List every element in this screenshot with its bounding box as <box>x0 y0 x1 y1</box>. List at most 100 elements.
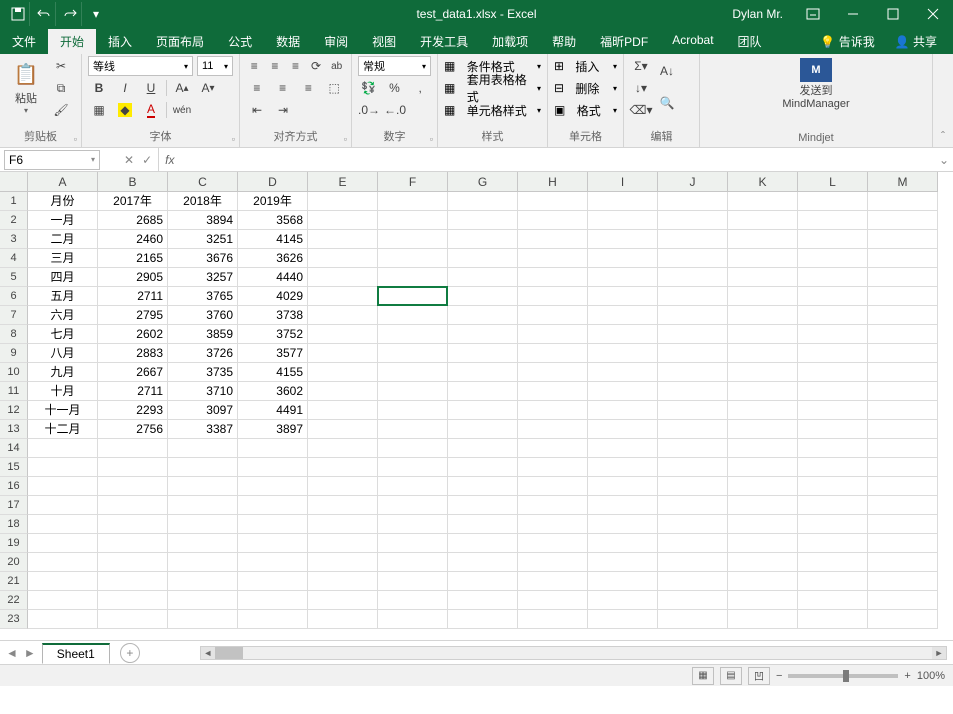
cell[interactable]: 3765 <box>168 287 238 306</box>
page-break-view-icon[interactable]: 凹 <box>748 667 770 685</box>
cancel-formula-icon[interactable]: ✕ <box>124 153 134 167</box>
cell[interactable] <box>728 268 798 287</box>
cell[interactable] <box>308 363 378 382</box>
column-header[interactable]: H <box>518 172 588 192</box>
cell[interactable] <box>798 477 868 496</box>
cell[interactable] <box>518 610 588 629</box>
cell[interactable] <box>448 249 518 268</box>
cell[interactable] <box>518 230 588 249</box>
zoom-slider[interactable] <box>788 674 898 678</box>
align-middle-button[interactable]: ≡ <box>267 56 284 76</box>
cell[interactable] <box>308 306 378 325</box>
cell[interactable] <box>588 439 658 458</box>
cell[interactable] <box>728 477 798 496</box>
row-header[interactable]: 17 <box>0 496 28 515</box>
cell[interactable] <box>378 268 448 287</box>
cell[interactable]: 3894 <box>168 211 238 230</box>
cell[interactable] <box>658 477 728 496</box>
cell[interactable] <box>238 610 308 629</box>
dialog-launcher-icon[interactable]: ▫ <box>430 134 433 144</box>
cell[interactable] <box>868 287 938 306</box>
orientation-button[interactable]: ⟳ <box>308 56 325 76</box>
cell[interactable]: 4491 <box>238 401 308 420</box>
cell[interactable] <box>658 306 728 325</box>
cell[interactable] <box>518 458 588 477</box>
cell[interactable] <box>518 572 588 591</box>
format-as-table-button[interactable]: ▦ 套用表格格式▾ <box>444 78 541 98</box>
cell[interactable]: 2165 <box>98 249 168 268</box>
cell[interactable] <box>518 192 588 211</box>
cell[interactable] <box>238 439 308 458</box>
cell[interactable] <box>658 325 728 344</box>
bold-button[interactable]: B <box>88 78 110 98</box>
cell[interactable]: 八月 <box>28 344 98 363</box>
cell[interactable] <box>728 363 798 382</box>
cell[interactable] <box>28 553 98 572</box>
cell[interactable] <box>588 211 658 230</box>
cell[interactable] <box>658 363 728 382</box>
row-header[interactable]: 6 <box>0 287 28 306</box>
cell[interactable]: 3897 <box>238 420 308 439</box>
fx-icon[interactable]: fx <box>159 153 180 167</box>
cell[interactable]: 2019年 <box>238 192 308 211</box>
cell[interactable] <box>168 515 238 534</box>
cell[interactable] <box>868 401 938 420</box>
cut-icon[interactable]: ✂ <box>50 56 72 76</box>
cell[interactable] <box>868 268 938 287</box>
increase-decimal-button[interactable]: .0→ <box>358 100 380 120</box>
formula-input[interactable] <box>180 150 935 170</box>
align-center-button[interactable]: ≡ <box>272 78 294 98</box>
cell[interactable] <box>308 477 378 496</box>
cell[interactable] <box>518 439 588 458</box>
cell[interactable] <box>798 363 868 382</box>
font-name-combo[interactable]: 等线▾ <box>88 56 193 76</box>
cell[interactable] <box>308 610 378 629</box>
cell[interactable] <box>588 268 658 287</box>
row-header[interactable]: 4 <box>0 249 28 268</box>
cell[interactable] <box>588 572 658 591</box>
cell[interactable] <box>658 268 728 287</box>
cell-styles-button[interactable]: ▦ 单元格样式▾ <box>444 100 541 120</box>
cell[interactable]: 3097 <box>168 401 238 420</box>
cell[interactable] <box>588 325 658 344</box>
decrease-decimal-button[interactable]: ←.0 <box>384 100 406 120</box>
cell[interactable] <box>448 534 518 553</box>
cell[interactable] <box>728 211 798 230</box>
dialog-launcher-icon[interactable]: ▫ <box>232 134 235 144</box>
cell[interactable] <box>658 458 728 477</box>
cell[interactable] <box>728 344 798 363</box>
row-header[interactable]: 22 <box>0 591 28 610</box>
cell[interactable] <box>28 496 98 515</box>
cell[interactable] <box>98 534 168 553</box>
cell[interactable] <box>308 382 378 401</box>
row-header[interactable]: 3 <box>0 230 28 249</box>
cell[interactable]: 十二月 <box>28 420 98 439</box>
cell[interactable] <box>798 211 868 230</box>
cell[interactable]: 3726 <box>168 344 238 363</box>
cell[interactable] <box>658 515 728 534</box>
increase-indent-button[interactable]: ⇥ <box>272 100 294 120</box>
cell[interactable]: 二月 <box>28 230 98 249</box>
cell[interactable] <box>308 325 378 344</box>
cell[interactable] <box>798 534 868 553</box>
cell[interactable] <box>28 515 98 534</box>
cell[interactable]: 2685 <box>98 211 168 230</box>
cell[interactable]: 4155 <box>238 363 308 382</box>
cell[interactable] <box>378 477 448 496</box>
cell[interactable] <box>448 230 518 249</box>
row-header[interactable]: 5 <box>0 268 28 287</box>
cell[interactable] <box>728 287 798 306</box>
cell[interactable]: 2905 <box>98 268 168 287</box>
cell[interactable] <box>308 591 378 610</box>
cell[interactable] <box>98 439 168 458</box>
cell[interactable] <box>588 458 658 477</box>
cell[interactable]: 一月 <box>28 211 98 230</box>
zoom-out-button[interactable]: − <box>776 670 782 682</box>
collapse-ribbon-icon[interactable]: ˆ <box>933 54 953 147</box>
cell[interactable] <box>98 496 168 515</box>
fill-color-button[interactable]: ◆ <box>114 100 136 120</box>
cell[interactable] <box>238 458 308 477</box>
cell[interactable]: 四月 <box>28 268 98 287</box>
cell[interactable] <box>868 439 938 458</box>
cell[interactable] <box>658 249 728 268</box>
